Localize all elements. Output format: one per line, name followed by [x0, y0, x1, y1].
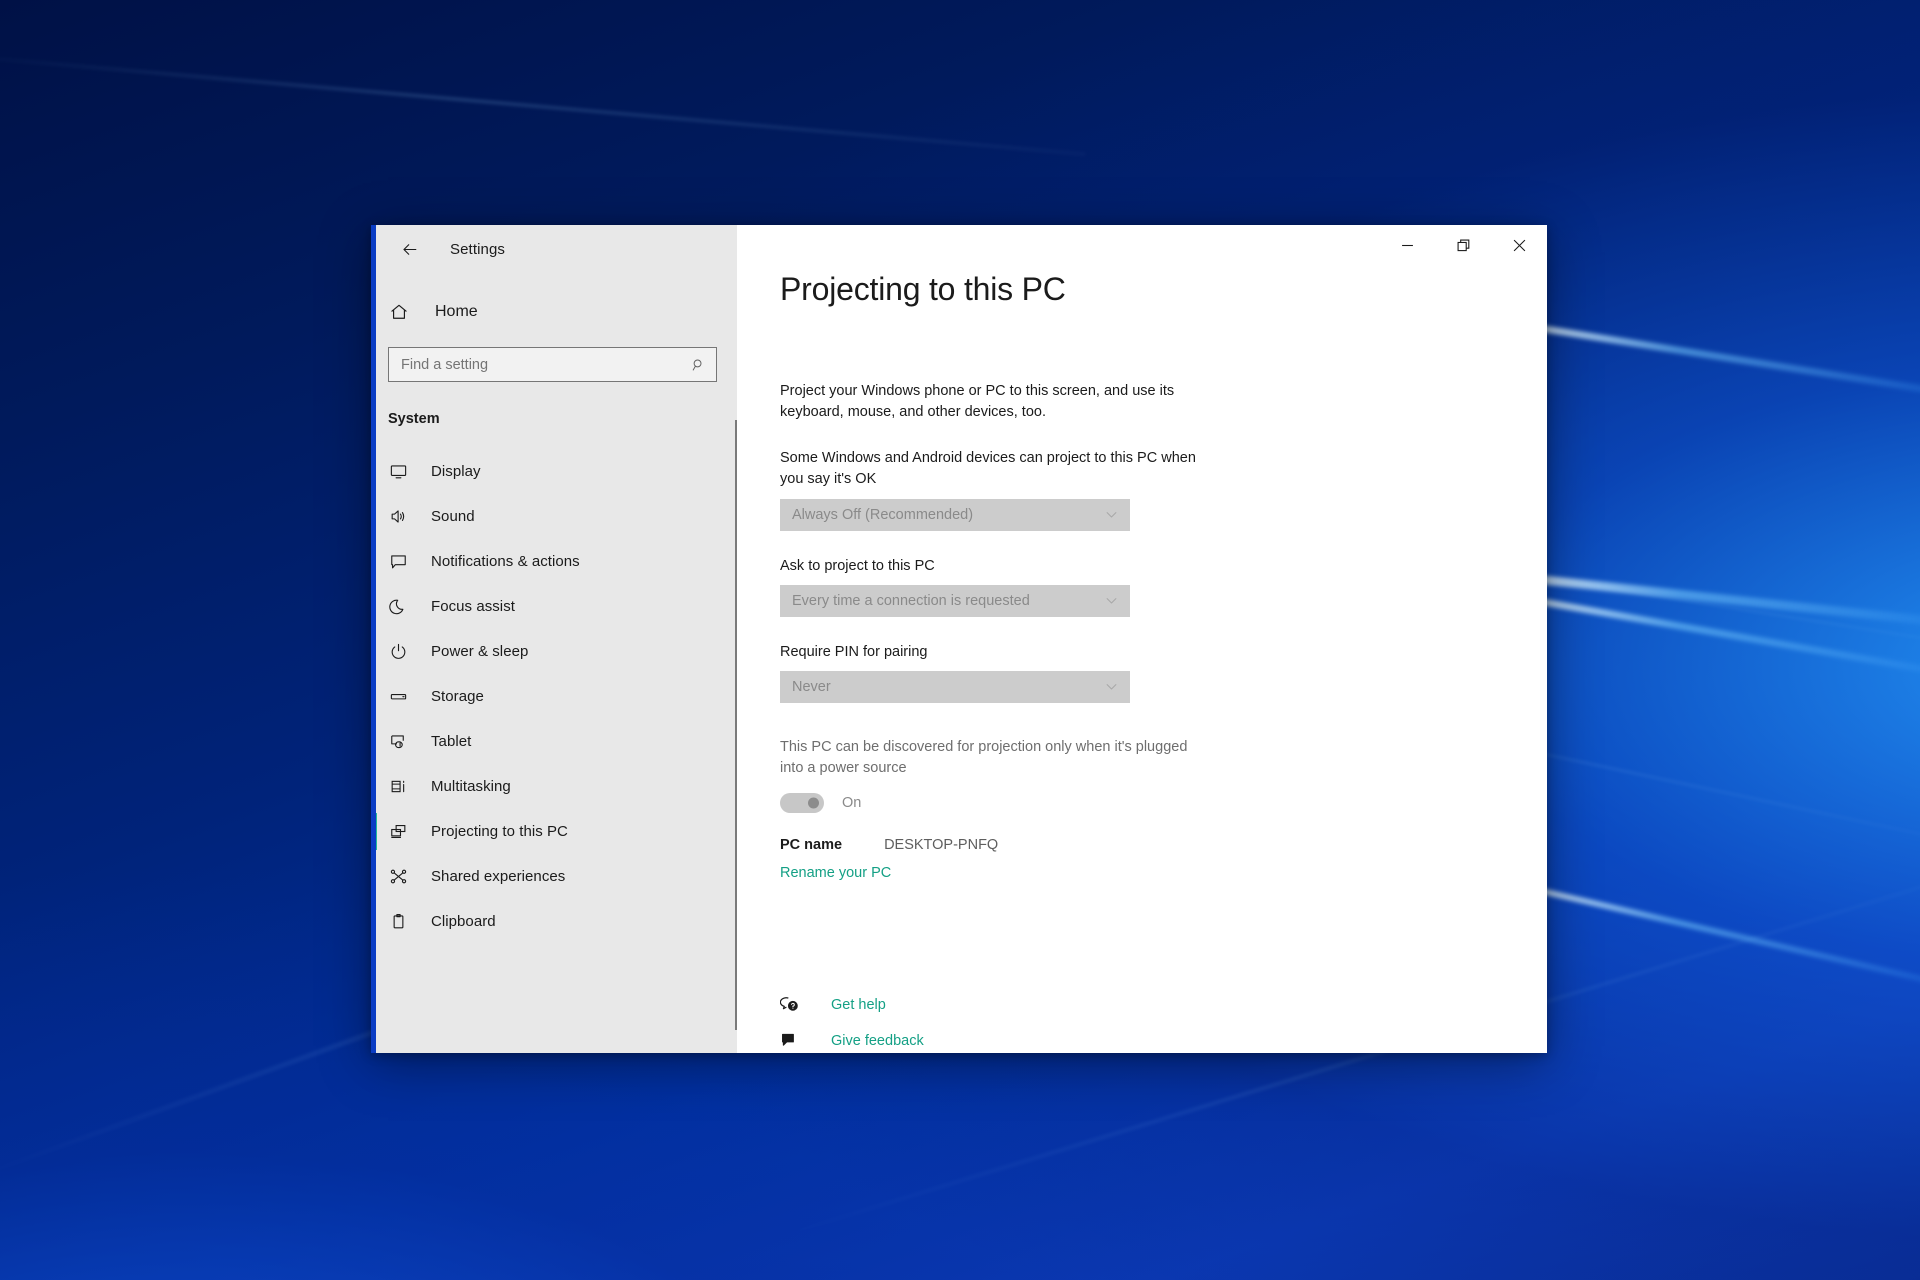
- window-title: Settings: [450, 240, 505, 258]
- dropdown-ask-to-project[interactable]: Every time a connection is requested: [780, 584, 1130, 617]
- setting-label-project-ok: Some Windows and Android devices can pro…: [780, 450, 1196, 488]
- search-container: [388, 347, 717, 382]
- rename-pc-link[interactable]: Rename your PC: [780, 865, 891, 881]
- project-icon: [389, 822, 419, 841]
- chevron-down-icon: [1106, 684, 1117, 690]
- settings-content: Projecting to this PC Project your Windo…: [737, 225, 1547, 1053]
- page-intro-text: Project your Windows phone or PC to this…: [780, 383, 1175, 421]
- search-input[interactable]: [388, 347, 717, 382]
- sidebar-item-label: Display: [431, 463, 481, 480]
- page-title: Projecting to this PC: [780, 271, 1066, 307]
- sidebar-item-multitasking[interactable]: Multitasking: [371, 764, 737, 809]
- dropdown-value: Always Off (Recommended): [792, 506, 974, 523]
- dropdown-require-pin[interactable]: Never: [780, 670, 1130, 703]
- speaker-icon: [389, 507, 419, 526]
- home-icon: [389, 302, 421, 322]
- chevron-down-icon: [1106, 512, 1117, 518]
- minimize-button[interactable]: [1379, 225, 1435, 265]
- sidebar-item-label: Clipboard: [431, 913, 496, 930]
- sidebar-item-power-sleep[interactable]: Power & sleep: [371, 629, 737, 674]
- feedback-icon: [780, 1031, 802, 1051]
- pc-name-row: PC name DESKTOP-PNFQ: [780, 837, 1547, 853]
- sidebar-item-notifications[interactable]: Notifications & actions: [371, 539, 737, 584]
- sidebar-item-home[interactable]: Home: [371, 290, 737, 334]
- give-feedback-link[interactable]: Give feedback: [780, 1023, 1200, 1053]
- dropdown-value: Every time a connection is requested: [792, 592, 1030, 609]
- sidebar-item-label: Multitasking: [431, 778, 511, 795]
- sidebar-nav-list: Display Sound Notifications & actions Fo…: [371, 449, 737, 1053]
- notification-icon: [389, 552, 419, 571]
- footer-link-label: Give feedback: [831, 1033, 924, 1049]
- sidebar-item-label: Shared experiences: [431, 868, 566, 885]
- sidebar-item-label: Sound: [431, 508, 475, 525]
- multitasking-icon: [389, 777, 419, 796]
- chevron-down-icon: [1106, 598, 1117, 604]
- sidebar-item-clipboard[interactable]: Clipboard: [371, 899, 737, 944]
- sidebar-item-label: Power & sleep: [431, 643, 529, 660]
- sidebar-item-display[interactable]: Display: [371, 449, 737, 494]
- sidebar-item-label: Home: [435, 303, 478, 320]
- restore-button[interactable]: [1435, 225, 1491, 265]
- toggle-state-label: On: [842, 795, 862, 812]
- minimize-icon: [1401, 244, 1413, 246]
- dropdown-value: Never: [792, 678, 831, 695]
- window-controls: [1379, 225, 1547, 265]
- sidebar-item-focus-assist[interactable]: Focus assist: [371, 584, 737, 629]
- sidebar-item-shared-experiences[interactable]: Shared experiences: [371, 854, 737, 899]
- back-button[interactable]: [388, 234, 430, 264]
- sidebar-item-label: Storage: [431, 688, 484, 705]
- sidebar-section-heading: System: [388, 411, 440, 427]
- moon-icon: [389, 597, 419, 616]
- pc-name-label: PC name: [780, 837, 843, 854]
- power-icon: [389, 642, 419, 661]
- power-source-toggle[interactable]: [780, 793, 824, 814]
- toggle-knob: [808, 797, 819, 809]
- sidebar-item-label: Projecting to this PC: [431, 823, 568, 840]
- close-icon: [1513, 239, 1525, 251]
- settings-sidebar: Settings Home System: [371, 225, 737, 1053]
- drive-icon: [389, 687, 419, 706]
- sidebar-item-projecting-to-this-pc[interactable]: Projecting to this PC: [371, 809, 737, 854]
- get-help-link[interactable]: Get help: [780, 987, 1200, 1023]
- dropdown-project-ok[interactable]: Always Off (Recommended): [780, 498, 1130, 531]
- sidebar-item-tablet[interactable]: Tablet: [371, 719, 737, 764]
- share-icon: [389, 867, 419, 886]
- sidebar-item-label: Focus assist: [431, 598, 515, 615]
- settings-window: Settings Home System: [371, 225, 1547, 1053]
- close-button[interactable]: [1491, 225, 1547, 265]
- sidebar-item-label: Notifications & actions: [431, 553, 580, 570]
- sidebar-titlebar: Settings: [371, 225, 737, 273]
- power-source-toggle-row: On: [780, 793, 1547, 814]
- sidebar-item-sound[interactable]: Sound: [371, 494, 737, 539]
- pc-name-value: DESKTOP-PNFQ: [884, 837, 999, 854]
- sidebar-item-storage[interactable]: Storage: [371, 674, 737, 719]
- sidebar-item-label: Tablet: [431, 733, 472, 750]
- tablet-icon: [389, 732, 419, 751]
- help-bubbles-icon: [780, 995, 802, 1015]
- restore-icon: [1457, 239, 1469, 251]
- setting-label-require-pin: Require PIN for pairing: [780, 643, 928, 660]
- footer-links: Get help Give feedback: [780, 987, 1200, 1053]
- footer-link-label: Get help: [831, 997, 886, 1013]
- clipboard-icon: [389, 912, 419, 931]
- setting-label-power-source: This PC can be discovered for projection…: [780, 738, 1188, 777]
- monitor-icon: [389, 462, 419, 481]
- setting-label-ask-to-project: Ask to project to this PC: [780, 557, 935, 574]
- back-arrow-icon: [402, 243, 416, 255]
